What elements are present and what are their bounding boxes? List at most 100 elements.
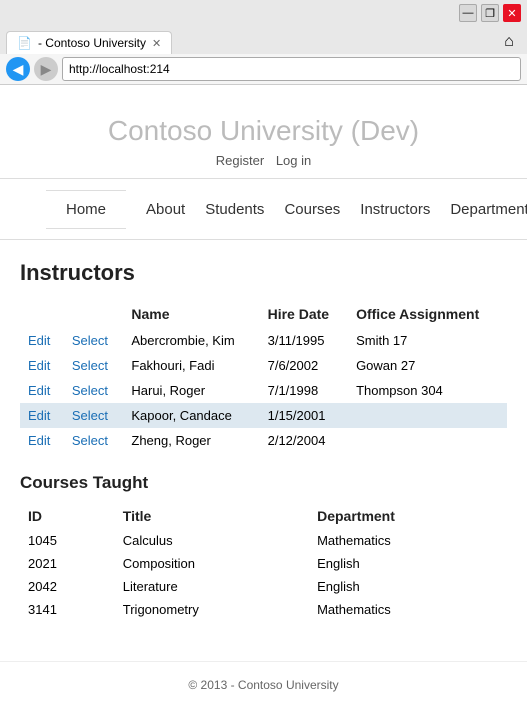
- course-title-cell: Trigonometry: [115, 598, 309, 621]
- table-row: Edit Select Fakhouri, Fadi 7/6/2002 Gowa…: [20, 353, 507, 378]
- url-input[interactable]: http://localhost:214: [62, 57, 521, 81]
- select-cell: Select: [64, 328, 124, 353]
- select-link[interactable]: Select: [72, 383, 108, 398]
- page-footer: © 2013 - Contoso University: [0, 661, 527, 708]
- col-id-header: ID: [20, 503, 115, 529]
- course-dept-cell: English: [309, 575, 507, 598]
- tab-bar: 📄 - Contoso University ✕ ⌂: [0, 26, 527, 54]
- main-content: Instructors Name Hire Date Office Assign…: [0, 240, 527, 641]
- course-title-cell: Literature: [115, 575, 309, 598]
- select-cell: Select: [64, 378, 124, 403]
- edit-link[interactable]: Edit: [28, 408, 50, 423]
- name-cell: Abercrombie, Kim: [123, 328, 259, 353]
- name-cell: Harui, Roger: [123, 378, 259, 403]
- name-cell: Zheng, Roger: [123, 428, 259, 453]
- minimize-button[interactable]: —: [459, 4, 477, 22]
- table-row: Edit Select Kapoor, Candace 1/15/2001: [20, 403, 507, 428]
- page-content: Contoso University (Dev) Register Log in…: [0, 85, 527, 728]
- hiredate-cell: 7/6/2002: [260, 353, 348, 378]
- edit-cell: Edit: [20, 403, 64, 428]
- nav-students[interactable]: Students: [205, 201, 264, 218]
- course-dept-cell: English: [309, 552, 507, 575]
- course-title-cell: Composition: [115, 552, 309, 575]
- courses-taught-heading: Courses Taught: [20, 473, 507, 493]
- instructors-table: Name Hire Date Office Assignment Edit Se…: [20, 300, 507, 453]
- edit-cell: Edit: [20, 353, 64, 378]
- site-title: Contoso University (Dev): [20, 115, 507, 147]
- select-cell: Select: [64, 353, 124, 378]
- site-header: Contoso University (Dev) Register Log in: [0, 85, 527, 178]
- edit-link[interactable]: Edit: [28, 383, 50, 398]
- course-id-cell: 2042: [20, 575, 115, 598]
- url-text: http://localhost:214: [69, 62, 170, 76]
- name-cell: Kapoor, Candace: [123, 403, 259, 428]
- hiredate-cell: 7/1/1998: [260, 378, 348, 403]
- tab-icon: 📄: [17, 36, 32, 50]
- select-link[interactable]: Select: [72, 333, 108, 348]
- course-dept-cell: Mathematics: [309, 529, 507, 552]
- edit-cell: Edit: [20, 378, 64, 403]
- edit-link[interactable]: Edit: [28, 433, 50, 448]
- table-row: Edit Select Zheng, Roger 2/12/2004: [20, 428, 507, 453]
- course-title-cell: Calculus: [115, 529, 309, 552]
- close-button[interactable]: ✕: [503, 4, 521, 22]
- courses-header-row: ID Title Department: [20, 503, 507, 529]
- office-cell: Smith 17: [348, 328, 507, 353]
- office-cell: [348, 428, 507, 453]
- course-id-cell: 1045: [20, 529, 115, 552]
- col-select-header: [64, 300, 124, 328]
- edit-cell: Edit: [20, 328, 64, 353]
- tab-close-icon[interactable]: ✕: [152, 37, 161, 50]
- nav-departments[interactable]: Departments: [450, 201, 527, 218]
- restore-button[interactable]: ❐: [481, 4, 499, 22]
- col-hiredate-header: Hire Date: [260, 300, 348, 328]
- tab-title: - Contoso University: [38, 36, 146, 50]
- nav-menu: Home About Students Courses Instructors …: [0, 178, 527, 240]
- select-link[interactable]: Select: [72, 408, 108, 423]
- page-heading: Instructors: [20, 260, 507, 286]
- edit-cell: Edit: [20, 428, 64, 453]
- hiredate-cell: 3/11/1995: [260, 328, 348, 353]
- select-cell: Select: [64, 403, 124, 428]
- course-id-cell: 2021: [20, 552, 115, 575]
- browser-chrome: — ❐ ✕ 📄 - Contoso University ✕ ⌂ ◀ ▶ htt…: [0, 0, 527, 85]
- title-bar: — ❐ ✕: [0, 0, 527, 26]
- forward-button[interactable]: ▶: [34, 57, 58, 81]
- col-dept-header: Department: [309, 503, 507, 529]
- footer-text: © 2013 - Contoso University: [188, 678, 338, 692]
- nav-courses[interactable]: Courses: [284, 201, 340, 218]
- table-header-row: Name Hire Date Office Assignment: [20, 300, 507, 328]
- col-office-header: Office Assignment: [348, 300, 507, 328]
- edit-link[interactable]: Edit: [28, 358, 50, 373]
- home-button[interactable]: ⌂: [497, 30, 521, 54]
- browser-tab[interactable]: 📄 - Contoso University ✕: [6, 31, 172, 54]
- name-cell: Fakhouri, Fadi: [123, 353, 259, 378]
- register-link[interactable]: Register: [216, 153, 264, 168]
- address-bar: ◀ ▶ http://localhost:214: [0, 54, 527, 84]
- office-cell: Gowan 27: [348, 353, 507, 378]
- course-id-cell: 3141: [20, 598, 115, 621]
- select-link[interactable]: Select: [72, 358, 108, 373]
- select-cell: Select: [64, 428, 124, 453]
- hiredate-cell: 2/12/2004: [260, 428, 348, 453]
- courses-row: 1045 Calculus Mathematics: [20, 529, 507, 552]
- hiredate-cell: 1/15/2001: [260, 403, 348, 428]
- auth-links: Register Log in: [20, 153, 507, 168]
- nav-about[interactable]: About: [146, 201, 185, 218]
- edit-link[interactable]: Edit: [28, 333, 50, 348]
- col-title-header: Title: [115, 503, 309, 529]
- back-button[interactable]: ◀: [6, 57, 30, 81]
- col-edit-header: [20, 300, 64, 328]
- office-cell: [348, 403, 507, 428]
- login-link[interactable]: Log in: [276, 153, 311, 168]
- nav-home[interactable]: Home: [46, 190, 126, 229]
- courses-table: ID Title Department 1045 Calculus Mathem…: [20, 503, 507, 621]
- courses-row: 2042 Literature English: [20, 575, 507, 598]
- office-cell: Thompson 304: [348, 378, 507, 403]
- courses-row: 3141 Trigonometry Mathematics: [20, 598, 507, 621]
- courses-row: 2021 Composition English: [20, 552, 507, 575]
- table-row: Edit Select Abercrombie, Kim 3/11/1995 S…: [20, 328, 507, 353]
- select-link[interactable]: Select: [72, 433, 108, 448]
- table-row: Edit Select Harui, Roger 7/1/1998 Thomps…: [20, 378, 507, 403]
- nav-instructors[interactable]: Instructors: [360, 201, 430, 218]
